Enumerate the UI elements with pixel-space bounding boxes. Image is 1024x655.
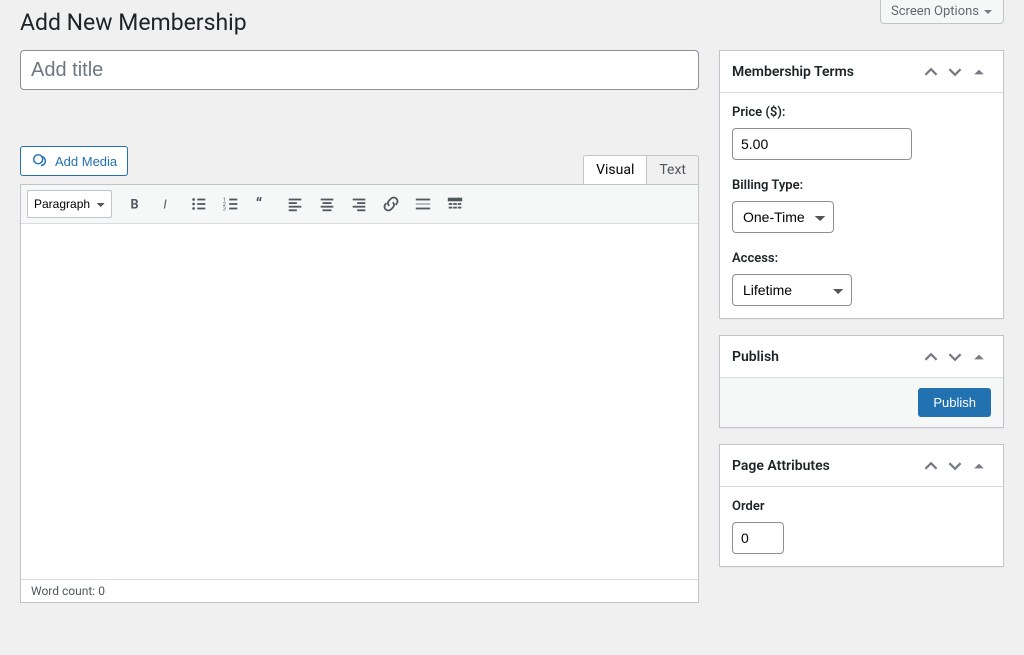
move-down-button[interactable] bbox=[943, 60, 967, 84]
bullet-list-button[interactable] bbox=[184, 189, 214, 219]
post-title-input[interactable] bbox=[20, 50, 699, 90]
svg-text:3: 3 bbox=[223, 206, 226, 212]
editor-tabs: Visual Text bbox=[583, 155, 699, 184]
publish-button[interactable]: Publish bbox=[918, 388, 991, 417]
toolbar-toggle-button[interactable] bbox=[440, 189, 470, 219]
membership-terms-box: Membership Terms Price ($): Billing Type… bbox=[719, 50, 1004, 319]
media-icon bbox=[31, 152, 49, 170]
italic-button[interactable]: I bbox=[152, 189, 182, 219]
editor-toolbar: Paragraph B I 123 “ bbox=[21, 185, 698, 224]
move-down-button[interactable] bbox=[943, 345, 967, 369]
word-count-value: 0 bbox=[98, 584, 105, 598]
word-count-label: Word count: bbox=[31, 584, 98, 598]
editor-status-bar: Word count: 0 bbox=[21, 579, 698, 602]
tab-visual[interactable]: Visual bbox=[583, 155, 646, 184]
toggle-panel-button[interactable] bbox=[967, 345, 991, 369]
publish-box: Publish Publish bbox=[719, 335, 1004, 428]
svg-text:“: “ bbox=[256, 195, 263, 213]
align-center-button[interactable] bbox=[312, 189, 342, 219]
align-right-button[interactable] bbox=[344, 189, 374, 219]
order-label: Order bbox=[732, 499, 991, 514]
screen-options-tab[interactable]: Screen Options bbox=[880, 0, 1004, 24]
blockquote-button[interactable]: “ bbox=[248, 189, 278, 219]
bold-button[interactable]: B bbox=[120, 189, 150, 219]
billing-type-select[interactable]: One-Time bbox=[732, 201, 834, 233]
editor-content-area[interactable] bbox=[21, 224, 698, 579]
svg-text:I: I bbox=[163, 198, 167, 213]
svg-text:B: B bbox=[131, 198, 139, 213]
numbered-list-button[interactable]: 123 bbox=[216, 189, 246, 219]
publish-box-title: Publish bbox=[732, 349, 779, 365]
page-title: Add New Membership bbox=[20, 0, 1004, 40]
access-select[interactable]: Lifetime bbox=[732, 274, 852, 306]
tab-text[interactable]: Text bbox=[646, 155, 699, 184]
read-more-button[interactable] bbox=[408, 189, 438, 219]
billing-type-label: Billing Type: bbox=[732, 178, 991, 193]
move-down-button[interactable] bbox=[943, 454, 967, 478]
move-up-button[interactable] bbox=[919, 345, 943, 369]
screen-options-label: Screen Options bbox=[891, 4, 979, 19]
toggle-panel-button[interactable] bbox=[967, 454, 991, 478]
caret-down-icon bbox=[983, 7, 993, 17]
order-input[interactable] bbox=[732, 522, 784, 554]
page-attributes-title: Page Attributes bbox=[732, 458, 830, 474]
page-attributes-box: Page Attributes Order bbox=[719, 444, 1004, 567]
link-button[interactable] bbox=[376, 189, 406, 219]
price-label: Price ($): bbox=[732, 105, 991, 120]
add-media-label: Add Media bbox=[55, 154, 117, 169]
toggle-panel-button[interactable] bbox=[967, 60, 991, 84]
wysiwyg-editor: Paragraph B I 123 “ bbox=[20, 184, 699, 603]
move-up-button[interactable] bbox=[919, 60, 943, 84]
move-up-button[interactable] bbox=[919, 454, 943, 478]
align-left-button[interactable] bbox=[280, 189, 310, 219]
access-label: Access: bbox=[732, 251, 991, 266]
format-select[interactable]: Paragraph bbox=[27, 190, 112, 218]
add-media-button[interactable]: Add Media bbox=[20, 146, 128, 176]
membership-terms-title: Membership Terms bbox=[732, 64, 854, 80]
price-input[interactable] bbox=[732, 128, 912, 160]
